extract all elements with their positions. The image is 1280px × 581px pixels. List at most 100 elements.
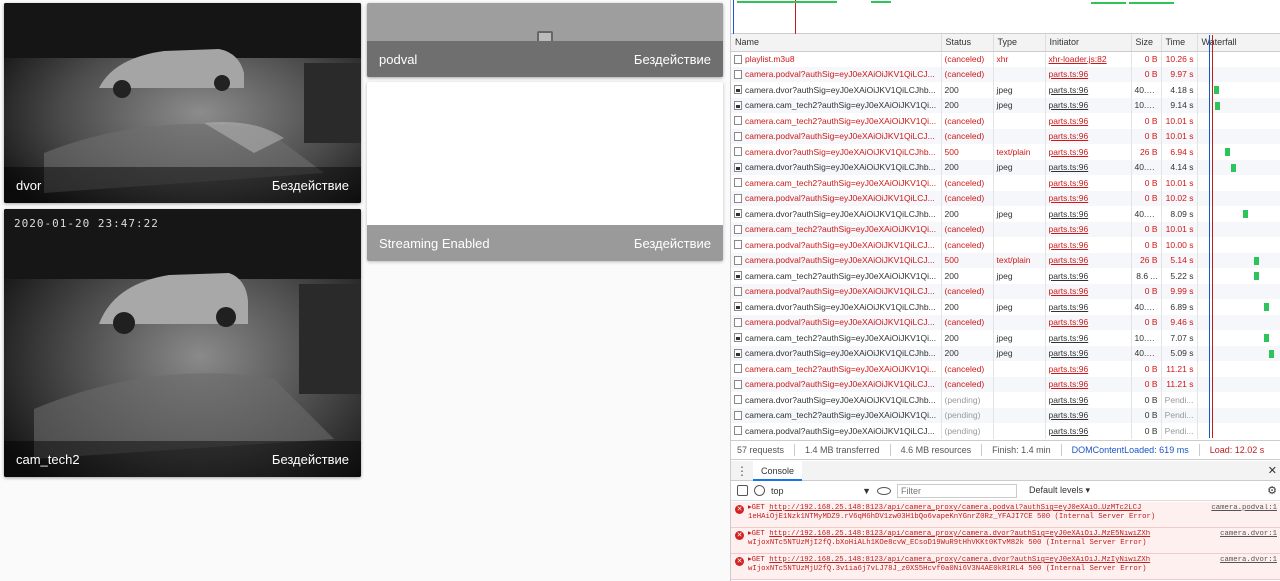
cell-initiator[interactable]: parts.ts:96 — [1045, 361, 1132, 377]
cell-name: camera.dvor?authSig=eyJ0eXAiOiJKV1QiLCJh… — [731, 206, 942, 222]
image-icon — [734, 85, 742, 95]
table-row[interactable]: camera.dvor?authSig=eyJ0eXAiOiJKV1QiLCJh… — [731, 299, 1280, 315]
cell-status: 500 — [941, 252, 994, 268]
more-tabs-icon[interactable]: ⋮ — [731, 464, 753, 478]
cell-initiator[interactable]: parts.ts:96 — [1045, 314, 1132, 330]
table-row[interactable]: camera.dvor?authSig=eyJ0eXAiOiJKV1QiLCJh… — [731, 345, 1280, 361]
cell-status: (canceled) — [941, 314, 994, 330]
table-row[interactable]: camera.podval?authSig=eyJ0eXAiOiJKV1QiLC… — [731, 376, 1280, 392]
cell-initiator[interactable]: parts.ts:96 — [1045, 345, 1132, 361]
table-row[interactable]: camera.podval?authSig=eyJ0eXAiOiJKV1QiLC… — [731, 66, 1280, 82]
table-row[interactable]: camera.podval?authSig=eyJ0eXAiOiJKV1QiLC… — [731, 237, 1280, 253]
console-error[interactable]: ✕ ▸GET http://192.168.25.148:8123/api/ca… — [731, 554, 1280, 580]
cell-type — [993, 66, 1046, 82]
table-row[interactable]: camera.dvor?authSig=eyJ0eXAiOiJKV1QiLCJh… — [731, 159, 1280, 175]
gear-icon[interactable]: ⚙ — [1267, 484, 1277, 497]
cell-initiator[interactable]: parts.ts:96 — [1045, 113, 1132, 129]
filter-input[interactable] — [897, 483, 1017, 498]
camera-card-cam-tech2[interactable]: 2020-01-20 23:47:22 cam_tech2 Бездействи… — [4, 209, 361, 477]
table-row[interactable]: camera.podval?authSig=eyJ0eXAiOiJKV1QiLC… — [731, 252, 1280, 268]
cell-type — [993, 423, 1046, 439]
log-url[interactable]: http://192.168.25.148:8123/api/camera_pr… — [769, 530, 1150, 538]
cell-initiator[interactable]: parts.ts:96 — [1045, 407, 1132, 423]
table-row[interactable]: camera.podval?authSig=eyJ0eXAiOiJKV1QiLC… — [731, 283, 1280, 299]
request-name: camera.cam_tech2?authSig=eyJ0eXAiOiJKV1Q… — [745, 115, 937, 126]
cell-initiator[interactable]: parts.ts:96 — [1045, 206, 1132, 222]
column-header-name[interactable]: Name — [731, 34, 942, 52]
camera-card-podval[interactable]: podval Бездействие — [367, 3, 723, 77]
cell-name: camera.dvor?authSig=eyJ0eXAiOiJKV1QiLCJh… — [731, 159, 942, 175]
network-overview[interactable] — [731, 0, 1280, 34]
cell-initiator[interactable]: parts.ts:96 — [1045, 299, 1132, 315]
table-row[interactable]: camera.dvor?authSig=eyJ0eXAiOiJKV1QiLCJh… — [731, 82, 1280, 98]
sidebar-toggle-icon[interactable] — [737, 485, 748, 496]
log-levels-dropdown[interactable]: Default levels ▾ — [1029, 485, 1090, 496]
cell-initiator[interactable]: parts.ts:96 — [1045, 423, 1132, 439]
column-header-size[interactable]: Size — [1131, 34, 1162, 52]
cell-time: 8.09 s — [1161, 206, 1198, 222]
cell-initiator[interactable]: parts.ts:96 — [1045, 97, 1132, 113]
cell-initiator[interactable]: parts.ts:96 — [1045, 268, 1132, 284]
cell-initiator[interactable]: parts.ts:96 — [1045, 221, 1132, 237]
table-row[interactable]: camera.dvor?authSig=eyJ0eXAiOiJKV1QiLCJh… — [731, 144, 1280, 160]
column-header-type[interactable]: Type — [993, 34, 1046, 52]
cell-initiator[interactable]: parts.ts:96 — [1045, 175, 1132, 191]
table-row[interactable]: camera.cam_tech2?authSig=eyJ0eXAiOiJKV1Q… — [731, 268, 1280, 284]
table-row[interactable]: camera.cam_tech2?authSig=eyJ0eXAiOiJKV1Q… — [731, 330, 1280, 346]
table-row[interactable]: camera.cam_tech2?authSig=eyJ0eXAiOiJKV1Q… — [731, 407, 1280, 423]
cell-initiator[interactable]: parts.ts:96 — [1045, 283, 1132, 299]
cell-initiator[interactable]: parts.ts:96 — [1045, 330, 1132, 346]
tab-console[interactable]: Console — [753, 460, 803, 481]
cell-initiator[interactable]: parts.ts:96 — [1045, 376, 1132, 392]
table-row[interactable]: camera.dvor?authSig=eyJ0eXAiOiJKV1QiLCJh… — [731, 392, 1280, 408]
table-row[interactable]: camera.cam_tech2?authSig=eyJ0eXAiOiJKV1Q… — [731, 361, 1280, 377]
clear-console-icon[interactable] — [754, 485, 765, 496]
cell-size: 26 B — [1131, 144, 1162, 160]
column-header-initiator[interactable]: Initiator — [1045, 34, 1132, 52]
table-row[interactable]: camera.podval?authSig=eyJ0eXAiOiJKV1QiLC… — [731, 128, 1280, 144]
table-row[interactable]: camera.podval?authSig=eyJ0eXAiOiJKV1QiLC… — [731, 190, 1280, 206]
camera-name: cam_tech2 — [16, 451, 80, 467]
cell-initiator[interactable]: parts.ts:96 — [1045, 82, 1132, 98]
table-row[interactable]: camera.cam_tech2?authSig=eyJ0eXAiOiJKV1Q… — [731, 113, 1280, 129]
cell-initiator[interactable]: parts.ts:96 — [1045, 159, 1132, 175]
table-row[interactable]: camera.podval?authSig=eyJ0eXAiOiJKV1QiLC… — [731, 314, 1280, 330]
cell-initiator[interactable]: parts.ts:96 — [1045, 66, 1132, 82]
cell-initiator[interactable]: xhr-loader.js:82 — [1045, 51, 1132, 67]
cell-initiator[interactable]: parts.ts:96 — [1045, 190, 1132, 206]
cell-size: 10.1... — [1131, 97, 1162, 113]
request-name: camera.cam_tech2?authSig=eyJ0eXAiOiJKV1Q… — [745, 363, 937, 374]
console-error[interactable]: ✕ ▸GET http://192.168.25.148:8123/api/ca… — [731, 502, 1280, 528]
log-source-link[interactable]: camera.podval:1 — [1207, 504, 1277, 525]
table-row[interactable]: camera.cam_tech2?authSig=eyJ0eXAiOiJKV1Q… — [731, 221, 1280, 237]
doc-icon — [734, 116, 742, 126]
table-row[interactable]: camera.podval?authSig=eyJ0eXAiOiJKV1QiLC… — [731, 423, 1280, 439]
chevron-down-icon: ▼ — [862, 485, 871, 496]
cell-initiator[interactable]: parts.ts:96 — [1045, 252, 1132, 268]
cell-initiator[interactable]: parts.ts:96 — [1045, 144, 1132, 160]
cell-name: camera.podval?authSig=eyJ0eXAiOiJKV1QiLC… — [731, 128, 942, 144]
cell-size: 0 B — [1131, 376, 1162, 392]
cell-initiator[interactable]: parts.ts:96 — [1045, 392, 1132, 408]
request-name: camera.cam_tech2?authSig=eyJ0eXAiOiJKV1Q… — [745, 100, 937, 111]
cell-initiator[interactable]: parts.ts:96 — [1045, 237, 1132, 253]
close-icon[interactable]: ✕ — [1268, 464, 1277, 477]
log-source-link[interactable]: camera.dvor:1 — [1207, 530, 1277, 551]
console-error[interactable]: ✕ ▸GET http://192.168.25.148:8123/api/ca… — [731, 528, 1280, 554]
camera-feed-image — [4, 209, 361, 477]
table-row[interactable]: camera.cam_tech2?authSig=eyJ0eXAiOiJKV1Q… — [731, 175, 1280, 191]
log-url[interactable]: http://192.168.25.148:8123/api/camera_pr… — [769, 504, 1141, 512]
request-name: camera.podval?authSig=eyJ0eXAiOiJKV1QiLC… — [745, 317, 935, 328]
log-source-link[interactable]: camera.dvor:1 — [1207, 556, 1277, 577]
column-header-time[interactable]: Time — [1161, 34, 1198, 52]
table-row[interactable]: playlist.m3u8 (canceled) xhr xhr-loader.js:… — [731, 51, 1280, 67]
context-selector[interactable]: top ▼ — [771, 486, 871, 496]
log-url[interactable]: http://192.168.25.148:8123/api/camera_pr… — [769, 556, 1150, 564]
eye-icon[interactable] — [877, 486, 891, 495]
camera-card-dvor[interactable]: dvor Бездействие — [4, 3, 361, 203]
column-header-status[interactable]: Status — [941, 34, 994, 52]
cell-initiator[interactable]: parts.ts:96 — [1045, 128, 1132, 144]
table-row[interactable]: camera.cam_tech2?authSig=eyJ0eXAiOiJKV1Q… — [731, 97, 1280, 113]
table-row[interactable]: camera.dvor?authSig=eyJ0eXAiOiJKV1QiLCJh… — [731, 206, 1280, 222]
camera-card-streaming[interactable]: Streaming Enabled Бездействие — [367, 82, 723, 261]
